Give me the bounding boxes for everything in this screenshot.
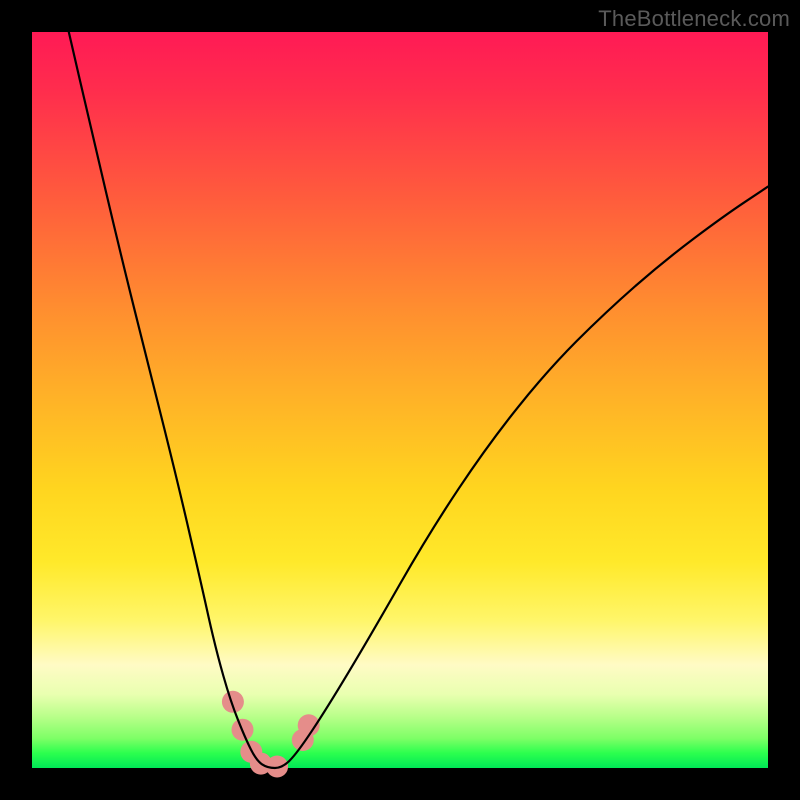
chart-frame: TheBottleneck.com bbox=[0, 0, 800, 800]
marker-group bbox=[222, 691, 320, 778]
bottleneck-curve-path bbox=[69, 32, 768, 768]
watermark-text: TheBottleneck.com bbox=[598, 6, 790, 32]
chart-overlay-svg bbox=[0, 0, 800, 800]
